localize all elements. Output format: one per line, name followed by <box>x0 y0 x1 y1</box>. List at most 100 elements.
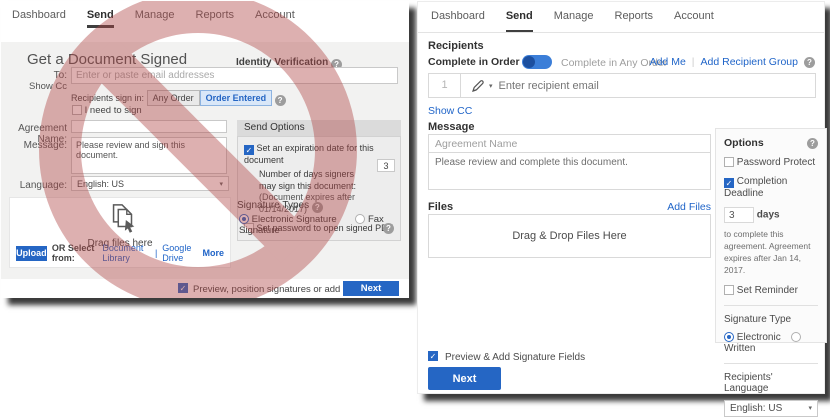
recipient-role-select[interactable]: ▾ <box>461 79 499 93</box>
next-button[interactable]: Next <box>428 367 501 390</box>
document-library-link[interactable]: Document Library <box>102 243 150 263</box>
days-text: Number of days signers may sign this doc… <box>259 169 357 191</box>
language-select[interactable]: English: US ▾ <box>71 176 229 191</box>
tab-manage[interactable]: Manage <box>135 1 175 28</box>
tab-manage[interactable]: Manage <box>554 2 594 32</box>
recipients-sign-in-row: Recipients sign in: Any Order Order Enter… <box>71 90 286 106</box>
or-select-label: OR Select from: <box>51 243 95 263</box>
tab-account[interactable]: Account <box>674 2 714 32</box>
any-order-button[interactable]: Any Order <box>146 90 200 106</box>
message-title: Message <box>428 121 475 133</box>
to-label: To: <box>53 70 67 81</box>
tab-dashboard[interactable]: Dashboard <box>431 2 485 32</box>
tab-dashboard[interactable]: Dashboard <box>12 1 66 28</box>
sign-in-label: Recipients sign in: <box>71 93 145 103</box>
language-value: English: US <box>77 178 125 189</box>
next-button[interactable]: Next <box>343 281 399 296</box>
google-drive-link[interactable]: Google Drive <box>162 243 197 263</box>
upload-button[interactable]: Upload <box>16 245 47 261</box>
tab-account[interactable]: Account <box>255 1 295 28</box>
tab-send[interactable]: Send <box>86 1 114 28</box>
help-icon[interactable]: ? <box>807 137 818 149</box>
expiration-days-input[interactable] <box>377 159 395 172</box>
recipients-email-input[interactable] <box>71 67 398 84</box>
recipients-title: Recipients <box>428 40 484 52</box>
order-toggle[interactable] <box>522 55 552 69</box>
complete-in-order-label: Complete in Order <box>428 56 520 68</box>
electronic-radio[interactable] <box>724 331 734 342</box>
deadline-days-input[interactable] <box>724 207 754 223</box>
set-reminder-checkbox[interactable] <box>724 284 734 295</box>
recipient-links: Add Me | Add Recipient Group ? <box>650 56 815 68</box>
agreement-name-input[interactable] <box>428 134 711 153</box>
caret-down-icon: ▾ <box>489 82 493 90</box>
electronic-signature-radio[interactable] <box>239 214 249 224</box>
expiration-label: Set an expiration date for this document <box>244 143 374 165</box>
set-reminder-label: Set Reminder <box>736 284 798 296</box>
expiration-checkbox[interactable]: ✓ <box>244 145 254 155</box>
signature-types-text: Signature Types <box>237 200 310 211</box>
caret-down-icon: ▾ <box>808 405 812 413</box>
show-cc-link[interactable]: Show CC <box>428 105 472 117</box>
old-send-page: Dashboard Send Manage Reports Account Ge… <box>1 1 409 298</box>
file-drop-zone[interactable]: Drag & Drop Files Here <box>428 214 711 258</box>
order-entered-button[interactable]: Order Entered <box>199 90 273 106</box>
drop-zone-text: Drag & Drop Files Here <box>512 230 627 242</box>
message-label: Message: <box>23 140 67 151</box>
i-need-to-sign-row: I need to sign <box>72 105 142 116</box>
divider <box>724 362 818 364</box>
electronic-label: Electronic <box>736 331 781 343</box>
tab-reports[interactable]: Reports <box>615 2 654 32</box>
file-drop-area[interactable]: Drag files here Upload OR Select from: D… <box>9 197 231 268</box>
fax-signature-radio[interactable] <box>355 214 366 224</box>
password-protect-label: Password Protect <box>736 157 816 168</box>
message-textarea[interactable]: Please review and sign this document. <box>71 137 227 174</box>
divider <box>724 304 818 306</box>
recipients-language-select[interactable]: English: US ▾ <box>724 399 818 417</box>
files-header-row: Files Add Files <box>428 201 711 213</box>
add-recipient-group-link[interactable]: Add Recipient Group <box>701 56 798 68</box>
set-reminder-row: Set Reminder <box>724 284 818 296</box>
help-icon[interactable]: ? <box>804 56 815 68</box>
add-files-link[interactable]: Add Files <box>667 201 711 213</box>
tab-send[interactable]: Send <box>505 2 533 32</box>
expiration-row: ✓ Set an expiration date for this docume… <box>244 143 394 165</box>
options-title: Options <box>724 137 764 149</box>
more-link[interactable]: More <box>202 248 224 258</box>
deadline-days-row: days <box>724 207 818 223</box>
electronic-signature-label: Electronic Signature <box>251 214 337 225</box>
drag-files-icon <box>112 204 135 233</box>
separator: | <box>154 248 158 258</box>
written-label: Written <box>724 342 756 354</box>
i-need-to-sign-checkbox[interactable] <box>72 105 82 115</box>
written-radio[interactable] <box>791 331 802 342</box>
help-icon[interactable]: ? <box>311 202 323 213</box>
language-value: English: US <box>730 402 783 414</box>
preview-checkbox[interactable]: ✓ <box>178 283 188 293</box>
left-tab-bar: Dashboard Send Manage Reports Account <box>1 1 409 28</box>
message-textarea[interactable]: Please review and complete this document… <box>428 152 711 190</box>
recipient-email-input[interactable] <box>498 79 815 92</box>
signature-type-radios: Electronic Signature Fax Signature <box>239 214 409 236</box>
signature-type-radios: Electronic Written <box>724 331 818 354</box>
add-me-link[interactable]: Add Me <box>650 56 686 68</box>
caret-down-icon: ▾ <box>219 180 223 188</box>
agreement-name-input[interactable] <box>71 120 227 133</box>
completion-deadline-label: Completion Deadline <box>724 176 788 199</box>
recipient-index: 1 <box>429 74 461 97</box>
signature-type-label: Signature Type <box>724 313 792 325</box>
completion-deadline-checkbox[interactable]: ✓ <box>724 178 734 188</box>
signature-types-label: Signature Types ? <box>237 200 323 213</box>
tab-reports[interactable]: Reports <box>196 1 235 28</box>
separator: | <box>691 56 695 68</box>
preview-checkbox[interactable]: ✓ <box>428 351 438 361</box>
password-protect-checkbox[interactable] <box>724 157 734 167</box>
left-footer: ✓ Preview, position signatures or add fo… <box>1 279 409 298</box>
show-cc-link[interactable]: Show Cc <box>1 81 67 92</box>
preview-label: Preview & Add Signature Fields <box>445 352 586 363</box>
help-icon[interactable]: ? <box>274 95 286 106</box>
password-protect-row: Password Protect <box>724 157 818 168</box>
send-options-header: Send Options <box>237 120 401 136</box>
language-label: Language: <box>19 180 67 191</box>
right-tab-bar: Dashboard Send Manage Reports Account <box>418 2 824 33</box>
